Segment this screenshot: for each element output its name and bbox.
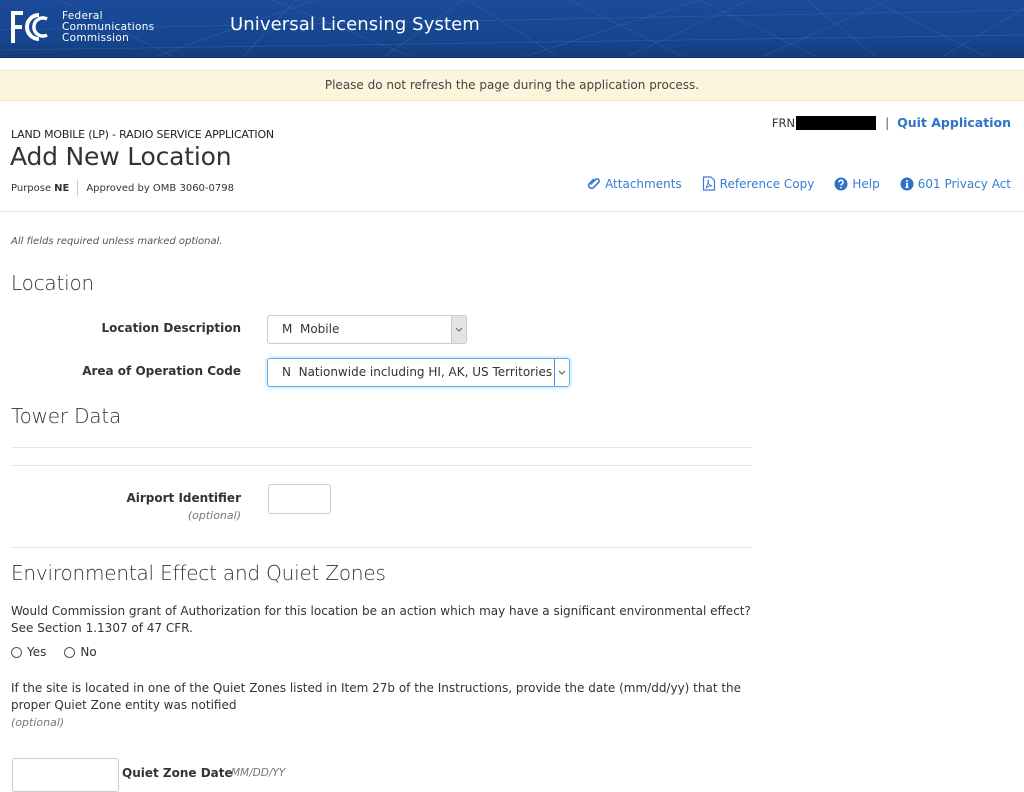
area-of-operation-value: N Nationwide including HI, AK, US Territ… [282, 365, 553, 379]
area-of-operation-select[interactable]: N Nationwide including HI, AK, US Territ… [267, 358, 570, 387]
agency-name: Federal Communications Commission [62, 9, 155, 44]
purpose-label: Purpose [11, 182, 52, 194]
quiet-zone-instructions: If the site is located in one of the Qui… [11, 681, 742, 712]
help-link[interactable]: Help [834, 176, 880, 191]
pdf-file-icon [702, 176, 715, 191]
info-circle-icon [900, 177, 914, 190]
site-header: Federal Communications Commission Univer… [0, 0, 1024, 58]
fcc-logo[interactable]: Federal Communications Commission [9, 9, 154, 45]
chevron-down-icon [451, 316, 466, 343]
quiet-zone-optional: (optional) [11, 716, 65, 729]
environmental-section-title: Environmental Effect and Quiet Zones [11, 561, 386, 585]
refresh-warning-banner: Please do not refresh the page during th… [0, 70, 1024, 101]
location-section-title: Location [11, 271, 94, 295]
radio-circle[interactable] [64, 646, 76, 658]
attachments-label: Attachments [605, 176, 682, 191]
radio-circle[interactable] [11, 646, 22, 658]
frn-value-redacted [796, 115, 877, 130]
location-description-value: M Mobile [282, 322, 340, 336]
omb-approval: Approved by OMB 3060-0798 [86, 182, 234, 194]
no-label: No [80, 645, 97, 659]
quiet-zone-date-input[interactable] [12, 758, 119, 792]
divider [11, 547, 752, 548]
purpose-divider [77, 180, 79, 196]
service-name: LAND MOBILE (LP) - RADIO SERVICE APPLICA… [11, 128, 274, 141]
quiet-zone-date-format-hint: MM/DD/YY [231, 767, 286, 779]
environmental-question: Would Commission grant of Authorization … [11, 604, 751, 635]
reference-copy-link[interactable]: Reference Copy [702, 176, 815, 191]
privacy-act-label: 601 Privacy Act [917, 176, 1011, 191]
fcc-logo-icon [11, 11, 48, 43]
environmental-no-radio[interactable]: No [64, 645, 97, 659]
divider [11, 465, 752, 466]
page-title: Add New Location [10, 142, 232, 171]
frn-separator: | [885, 115, 890, 130]
environmental-effect-radio-group: Yes No [11, 645, 115, 659]
required-fields-note: All fields required unless marked option… [11, 236, 223, 247]
airport-identifier-optional: (optional) [187, 509, 241, 522]
airport-identifier-label: Airport Identifier [126, 491, 241, 505]
purpose-info: Purpose NE Approved by OMB 3060-0798 [11, 180, 234, 196]
area-of-operation-label: Area of Operation Code [82, 364, 241, 378]
location-description-label: Location Description [101, 321, 241, 335]
frn-bar: FRN | Quit Application [772, 115, 1011, 130]
yes-label: Yes [27, 645, 47, 659]
reference-copy-label: Reference Copy [719, 176, 815, 191]
privacy-act-link[interactable]: 601 Privacy Act [900, 177, 1011, 191]
quit-application-link[interactable]: Quit Application [897, 115, 1011, 130]
help-label: Help [852, 176, 880, 191]
header-divider [0, 211, 1024, 212]
application-actions: Attachments Reference Copy Help 601 Priv… [567, 176, 1011, 191]
app-title: Universal Licensing System [230, 14, 480, 35]
airport-identifier-input[interactable] [268, 484, 331, 514]
attachments-link[interactable]: Attachments [587, 177, 682, 191]
paperclip-icon [587, 177, 600, 189]
agency-line-3: Commission [62, 31, 130, 44]
question-circle-icon [834, 177, 848, 190]
tower-data-section-title: Tower Data [11, 404, 122, 428]
location-description-select[interactable]: M Mobile [267, 315, 467, 344]
agency-line-2: Communications [62, 20, 155, 33]
purpose-code: NE [54, 182, 70, 194]
chevron-down-icon [554, 359, 569, 386]
quiet-zone-date-label: Quiet Zone Date [122, 766, 233, 780]
frn-label: FRN [771, 115, 796, 130]
agency-line-1: Federal [62, 9, 103, 22]
divider [11, 447, 752, 448]
environmental-yes-radio[interactable]: Yes [11, 645, 46, 659]
